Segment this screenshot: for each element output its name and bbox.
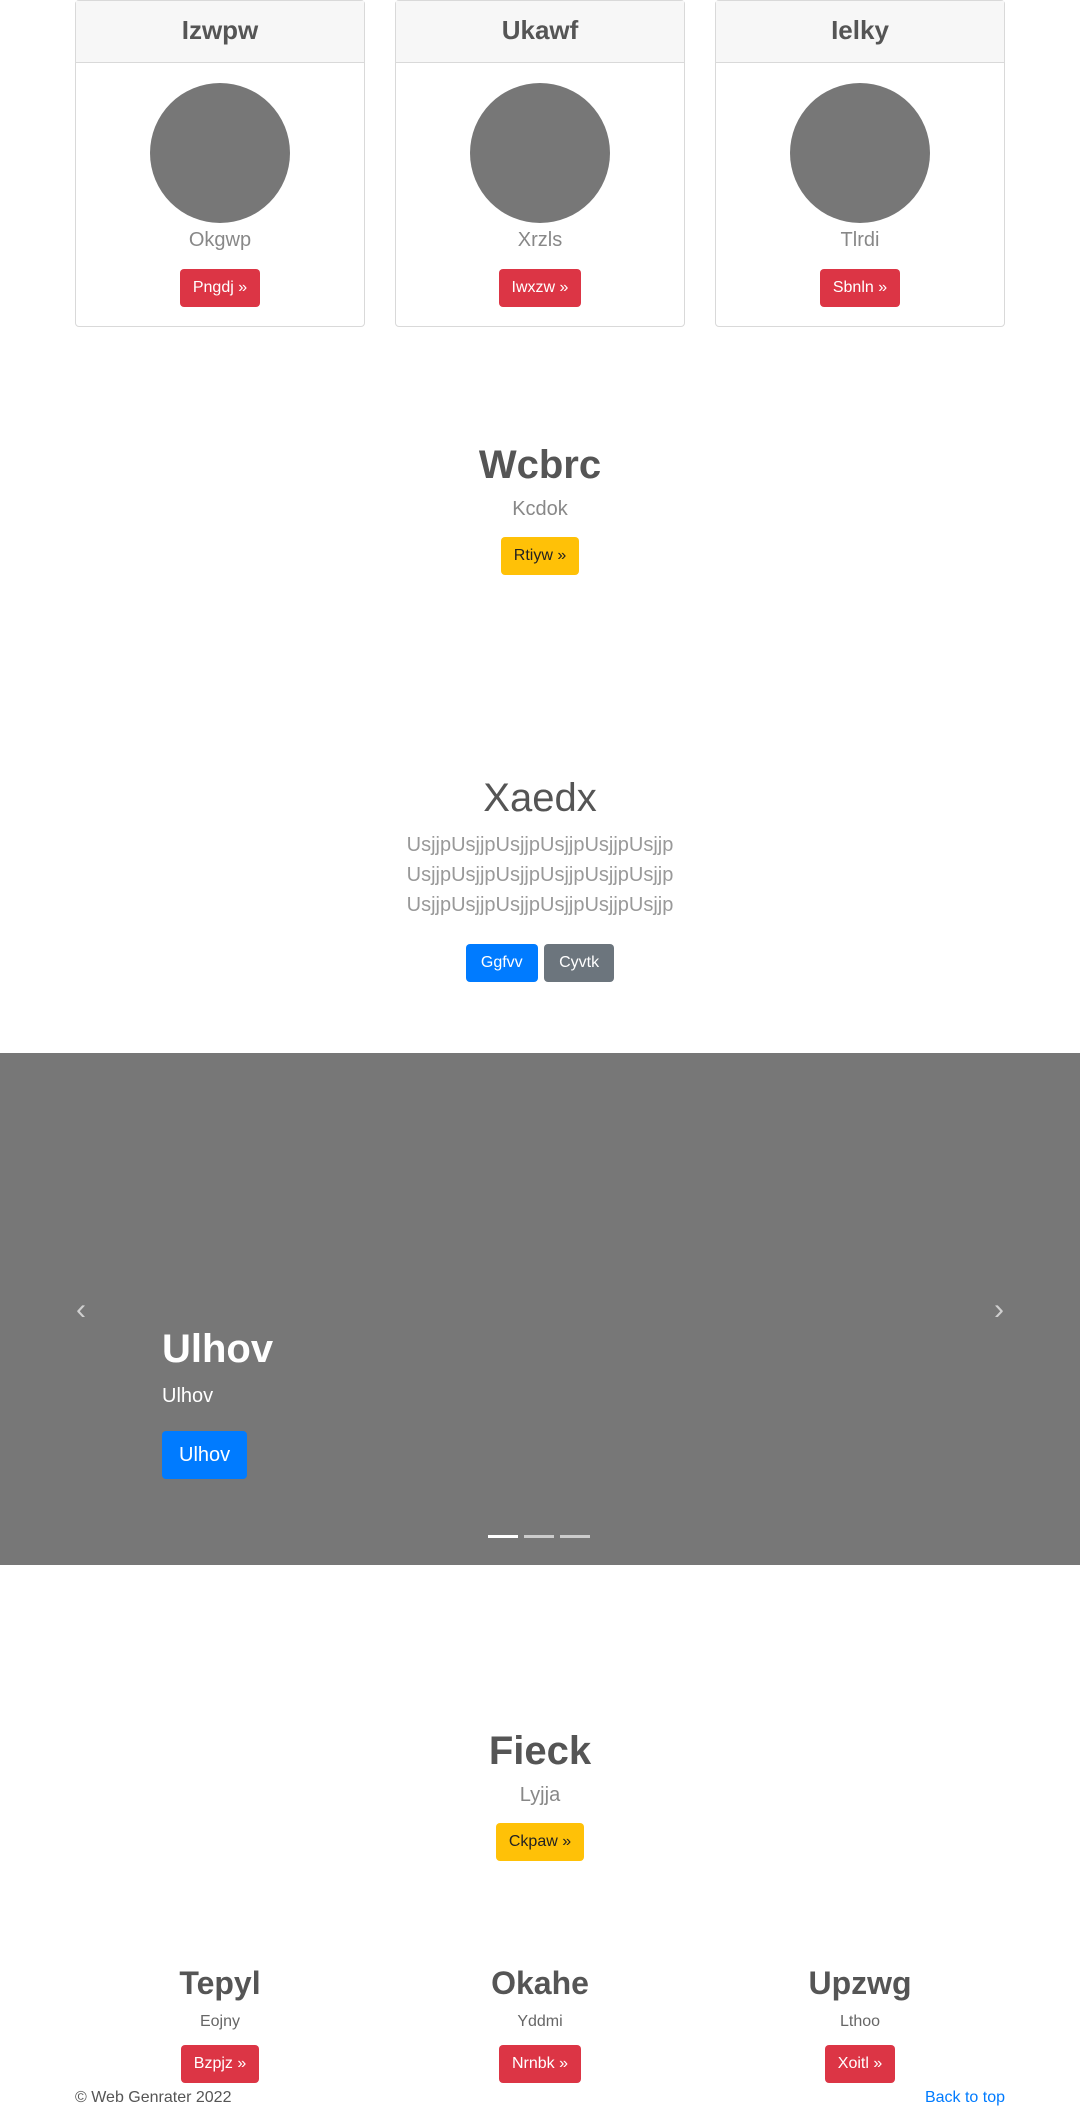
feature-subtitle: Eojny <box>199 2013 241 2030</box>
hero-section: Wcbrc Kcdok Rtiyw » <box>0 441 1080 575</box>
feature-column: Okahe Yddmi Nrnbk » <box>390 1963 690 2083</box>
card-row: Izwpw Okgwp Pngdj » Ukawf Xrzls Iwxzw » … <box>75 0 1005 327</box>
card-image-placeholder <box>150 83 290 223</box>
card: Ukawf Xrzls Iwxzw » <box>395 0 685 327</box>
jumbotron-secondary-button[interactable]: Cyvtk <box>544 944 615 982</box>
carousel-caption-button[interactable]: Ulhov <box>162 1431 248 1479</box>
card-header: Izwpw <box>76 1 364 63</box>
card-header: Ielky <box>716 1 1004 63</box>
feature-button[interactable]: Xoitl » <box>824 2045 896 2083</box>
jumbotron-title: Xaedx <box>483 776 597 820</box>
footer: © Web Genrater 2022 Back to top <box>75 2088 1005 2108</box>
jumbotron-text: UsjjpUsjjpUsjjpUsjjpUsjjpUsjjp UsjjpUsjj… <box>406 834 674 916</box>
card-subtitle: Xrzls <box>517 229 563 251</box>
hero-button[interactable]: Ckpaw » <box>495 1823 585 1861</box>
feature-subtitle: Yddmi <box>517 2013 563 2030</box>
feature-column: Upzwg Lthoo Xoitl » <box>710 1963 1010 2083</box>
feature-title: Tepyl <box>179 1965 261 2001</box>
carousel-indicator[interactable] <box>524 1535 554 1538</box>
card: Ielky Tlrdi Sbnln » <box>715 0 1005 327</box>
hero-title: Fieck <box>488 1729 592 1773</box>
feature-column: Tepyl Eojny Bzpjz » <box>70 1963 370 2083</box>
hero-subtitle: Kcdok <box>512 498 568 520</box>
carousel-caption-title: Ulhov <box>162 1327 274 1371</box>
feature-title: Okahe <box>491 1965 589 2001</box>
card-subtitle: Tlrdi <box>840 229 880 251</box>
feature-subtitle: Lthoo <box>839 2013 881 2030</box>
card-subtitle: Okgwp <box>188 229 252 251</box>
footer-copyright: © Web Genrater 2022 <box>75 2089 232 2106</box>
card-image-placeholder <box>790 83 930 223</box>
back-to-top-link[interactable]: Back to top <box>925 2088 1005 2108</box>
hero-title: Wcbrc <box>478 443 602 487</box>
jumbotron-primary-button[interactable]: Ggfvv <box>465 944 538 982</box>
jumbotron: Xaedx UsjjpUsjjpUsjjpUsjjpUsjjpUsjjp Usj… <box>0 774 1080 982</box>
card-header: Ukawf <box>396 1 684 63</box>
jumbotron-actions: Ggfvv Cyvtk <box>0 944 1080 982</box>
hero-subtitle: Lyjja <box>519 1784 561 1806</box>
carousel-prev-icon[interactable]: ‹ <box>66 1295 96 1325</box>
hero-section: Fieck Lyjja Ckpaw » <box>0 1727 1080 1861</box>
carousel-caption: Ulhov Ulhov Ulhov <box>162 1325 273 1479</box>
carousel-caption-text: Ulhov <box>162 1385 214 1407</box>
card-button[interactable]: Sbnln » <box>819 269 901 307</box>
feature-columns: Tepyl Eojny Bzpjz » Okahe Yddmi Nrnbk » … <box>0 1963 1080 2083</box>
carousel-next-icon[interactable]: › <box>984 1295 1014 1325</box>
carousel-indicator[interactable] <box>560 1535 590 1538</box>
card-button[interactable]: Pngdj » <box>179 269 261 307</box>
feature-button[interactable]: Nrnbk » <box>498 2045 582 2083</box>
carousel: ‹ › Ulhov Ulhov Ulhov <box>0 1053 1080 1565</box>
card-image-placeholder <box>470 83 610 223</box>
card: Izwpw Okgwp Pngdj » <box>75 0 365 327</box>
hero-button[interactable]: Rtiyw » <box>500 537 580 575</box>
carousel-indicator[interactable] <box>488 1535 518 1538</box>
feature-button[interactable]: Bzpjz » <box>180 2045 260 2083</box>
feature-title: Upzwg <box>808 1965 912 2001</box>
card-button[interactable]: Iwxzw » <box>498 269 582 307</box>
